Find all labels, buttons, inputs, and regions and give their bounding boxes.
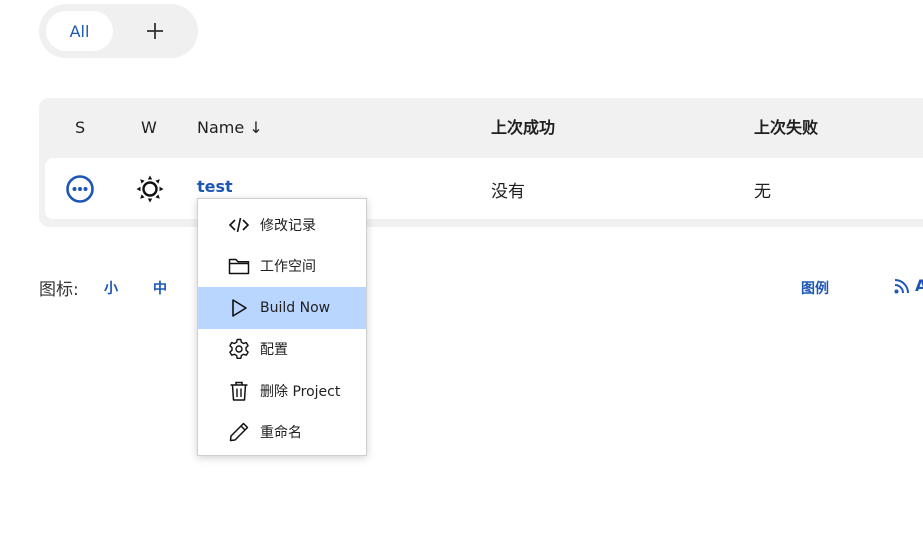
in-progress-icon[interactable] <box>65 174 95 204</box>
legend-link[interactable]: 图例 <box>801 278 829 298</box>
menu-item-workspace[interactable]: 工作空间 <box>198 246 366 288</box>
icon-size-medium-link[interactable]: 中 <box>153 278 167 298</box>
gear-icon <box>229 339 249 360</box>
play-icon <box>232 298 247 317</box>
rss-icon <box>894 278 909 293</box>
menu-item-label: Build Now <box>260 299 331 316</box>
page: All S W Name ↓ 上次成功 上次失败 test 没有 无 图标: 小… <box>0 0 923 554</box>
plus-icon <box>147 23 163 39</box>
tab-all[interactable]: All <box>46 11 113 51</box>
menu-item-delete-project[interactable]: 删除 Project <box>198 370 366 412</box>
code-icon <box>228 217 250 232</box>
header-last-failure[interactable]: 上次失败 <box>754 116 818 140</box>
sunny-icon[interactable] <box>135 174 165 204</box>
last-success-cell: 没有 <box>491 182 525 202</box>
menu-item-label: 工作空间 <box>260 259 316 276</box>
rss-all-label: A <box>915 276 923 295</box>
job-context-menu: 修改记录 工作空间 Build Now 配置 删除 Project 重命名 <box>197 198 367 456</box>
header-weather[interactable]: W <box>141 116 157 140</box>
job-name-link[interactable]: test <box>197 177 233 196</box>
view-tabs: All <box>39 4 198 58</box>
header-last-success[interactable]: 上次成功 <box>491 116 555 140</box>
icon-size-label: 图标: <box>39 280 79 300</box>
table-row: test 没有 无 <box>45 158 923 219</box>
header-status[interactable]: S <box>75 116 85 140</box>
icon-size-small-link[interactable]: 小 <box>104 278 118 298</box>
menu-item-changes[interactable]: 修改记录 <box>198 204 366 246</box>
header-name[interactable]: Name ↓ <box>197 116 263 140</box>
last-failure-cell: 无 <box>754 182 771 202</box>
folder-icon <box>228 259 250 275</box>
add-view-button[interactable] <box>139 15 171 47</box>
rss-all-link[interactable]: A <box>893 276 923 295</box>
menu-item-build-now[interactable]: Build Now <box>198 287 366 329</box>
menu-item-label: 配置 <box>260 342 288 359</box>
menu-item-rename[interactable]: 重命名 <box>198 412 366 454</box>
menu-item-configure[interactable]: 配置 <box>198 329 366 371</box>
menu-item-label: 删除 Project <box>260 383 341 400</box>
menu-item-label: 重命名 <box>260 425 302 442</box>
trash-icon <box>230 381 248 401</box>
pencil-icon <box>229 423 249 442</box>
menu-item-label: 修改记录 <box>260 217 316 234</box>
jobs-table: S W Name ↓ 上次成功 上次失败 test 没有 无 <box>39 98 923 227</box>
